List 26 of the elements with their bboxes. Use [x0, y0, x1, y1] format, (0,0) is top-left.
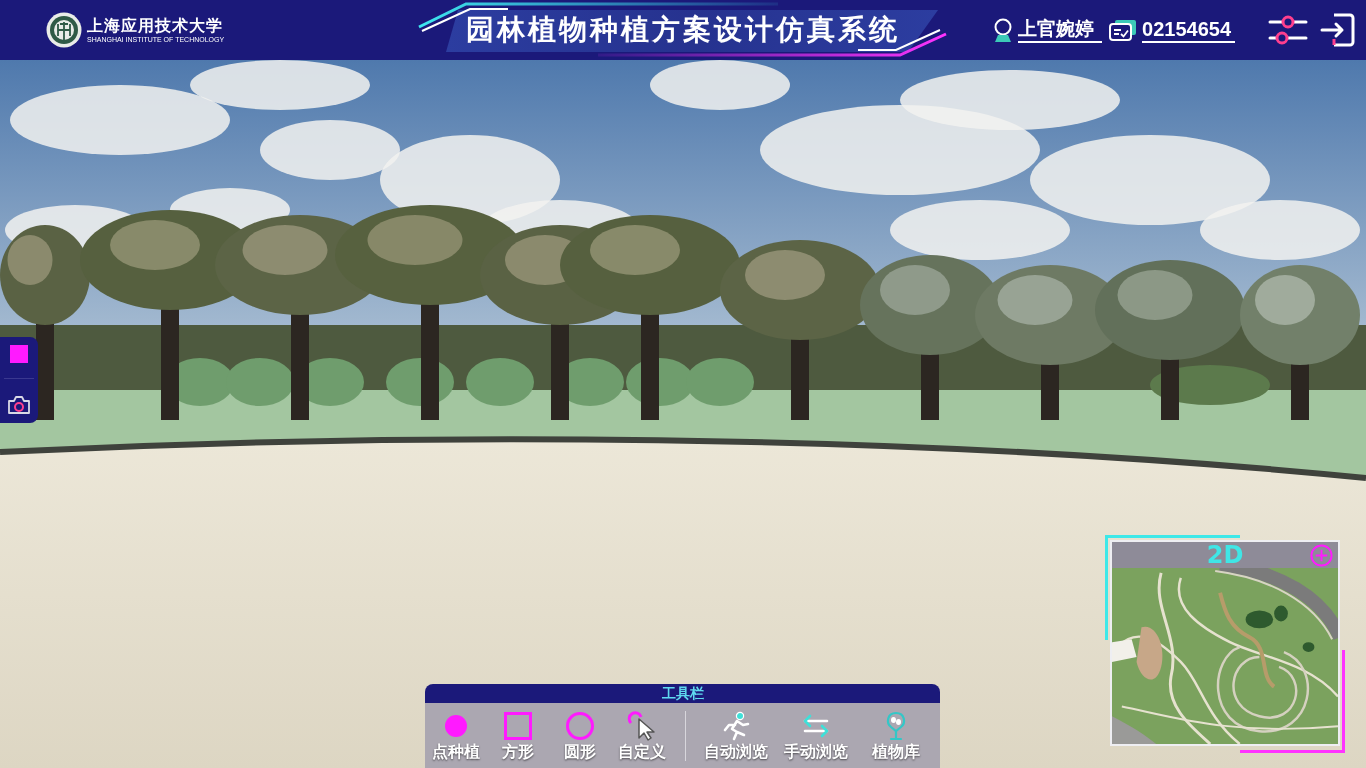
tool-button[interactable]: 自定义 [611, 704, 673, 767]
student-id: 02154654 [1142, 17, 1235, 43]
university-name: 上海应用技术大学 [87, 16, 224, 35]
toolbar-title: 工具栏 [425, 684, 940, 703]
tool-button[interactable]: 自动浏览 [696, 704, 776, 767]
view-mode-toggle[interactable]: 2D [1206, 542, 1244, 568]
running-person-icon [721, 710, 751, 741]
square-icon[interactable] [10, 344, 28, 363]
tool-button[interactable]: 圆形 [549, 704, 611, 767]
card-icon [1109, 19, 1137, 41]
tool-button[interactable]: 点种植 [425, 704, 487, 767]
dot-icon [445, 714, 467, 737]
user-name[interactable]: 上官婉婷 [1018, 17, 1102, 43]
cursor-icon [627, 710, 657, 741]
camera-icon[interactable] [7, 395, 31, 416]
circle-icon [566, 711, 594, 740]
square-icon [504, 711, 532, 740]
user-icon [992, 18, 1014, 42]
tool-button[interactable]: 植物库 [856, 704, 936, 767]
logout-icon[interactable] [1320, 12, 1356, 48]
tool-button[interactable]: 方形 [487, 704, 549, 767]
tool-button[interactable]: 手动浏览 [776, 704, 856, 767]
shrub [466, 358, 534, 406]
sliders-icon[interactable] [1268, 14, 1308, 46]
emblem-icon [46, 12, 82, 48]
app-title: 园林植物种植方案设计仿真系统 [466, 16, 900, 44]
